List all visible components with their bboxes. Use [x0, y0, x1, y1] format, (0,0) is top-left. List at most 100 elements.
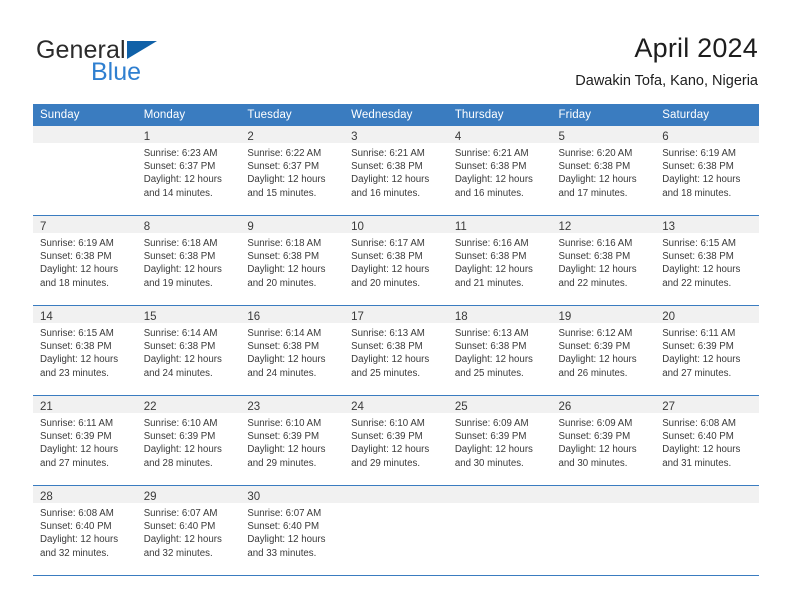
sunrise-text: Sunrise: 6:10 AM: [143, 418, 218, 429]
daylight-text-line2: and 32 minutes.: [143, 547, 213, 559]
sunrise-text: Sunrise: 6:16 AM: [558, 238, 633, 249]
day-cell[interactable]: 8 Sunrise: 6:18 AM Sunset: 6:38 PM Daylight…: [136, 215, 241, 306]
sunset-text: Sunset: 6:38 PM: [351, 251, 423, 263]
day-cell[interactable]: 4 Sunrise: 6:21 AM Sunset: 6:38 PM Daylight…: [447, 126, 552, 216]
weekday-header-wednesday: Wednesday: [344, 104, 448, 126]
day-cell[interactable]: 21 Sunrise: 6:11 AM Sunset: 6:39 PM Dayligh…: [33, 395, 137, 486]
day-cell[interactable]: [344, 485, 448, 576]
daylight-text-line1: Daylight: 12 hours: [143, 444, 222, 456]
sunset-text: Sunset: 6:38 PM: [558, 251, 631, 263]
day-number: 3: [351, 131, 358, 143]
daylight-text-line1: Daylight: 12 hours: [40, 264, 119, 276]
day-number: 10: [351, 221, 364, 233]
page-header: General Blue April 2024 Dawakin Tofa, Ka…: [0, 0, 792, 96]
daylight-text-line2: and 30 minutes.: [454, 457, 524, 469]
day-cell[interactable]: 27 Sunrise: 6:08 AM Sunset: 6:40 PM Dayligh…: [655, 395, 759, 486]
week-row: 14 Sunrise: 6:15 AM Sunset: 6:38 PM Dayligh…: [33, 305, 759, 396]
daylight-text-line1: Daylight: 12 hours: [247, 264, 326, 276]
weekday-header-sunday: Sunday: [33, 104, 137, 126]
day-cell[interactable]: 6 Sunrise: 6:19 AM Sunset: 6:38 PM Daylight…: [655, 126, 759, 216]
daylight-text-line2: and 32 minutes.: [40, 547, 109, 559]
daylight-text-line1: Daylight: 12 hours: [143, 174, 222, 186]
daylight-text-line2: and 24 minutes.: [247, 367, 317, 379]
sunrise-text: Sunrise: 6:18 AM: [143, 238, 218, 249]
day-cell[interactable]: [655, 485, 759, 576]
day-cell[interactable]: 2 Sunrise: 6:22 AM Sunset: 6:37 PM Daylight…: [240, 126, 345, 216]
sunset-text: Sunset: 6:38 PM: [351, 341, 423, 353]
day-cell[interactable]: 16 Sunrise: 6:14 AM Sunset: 6:38 PM Dayligh…: [240, 305, 345, 396]
sunset-text: Sunset: 6:39 PM: [662, 341, 734, 353]
day-cell[interactable]: 14 Sunrise: 6:15 AM Sunset: 6:38 PM Dayligh…: [33, 305, 137, 396]
sunset-text: Sunset: 6:38 PM: [247, 251, 320, 263]
sunrise-text: Sunrise: 6:19 AM: [40, 238, 114, 249]
sunset-text: Sunset: 6:38 PM: [247, 341, 320, 353]
day-cell[interactable]: 29 Sunrise: 6:07 AM Sunset: 6:40 PM Dayligh…: [136, 485, 241, 576]
daylight-text-line2: and 31 minutes.: [662, 457, 732, 469]
sunset-text: Sunset: 6:37 PM: [143, 161, 216, 173]
logo-flag-icon: [127, 41, 157, 59]
sunset-text: Sunset: 6:39 PM: [558, 341, 631, 353]
daylight-text-line1: Daylight: 12 hours: [351, 264, 430, 276]
day-number: 13: [662, 221, 676, 233]
day-cell[interactable]: 13 Sunrise: 6:15 AM Sunset: 6:38 PM Dayligh…: [655, 215, 759, 306]
daylight-text-line2: and 14 minutes.: [143, 187, 213, 199]
daylight-text-line1: Daylight: 12 hours: [143, 264, 222, 276]
day-cell[interactable]: 9 Sunrise: 6:18 AM Sunset: 6:38 PM Daylight…: [240, 215, 345, 306]
week-row: 7 Sunrise: 6:19 AM Sunset: 6:38 PM Daylight…: [33, 215, 759, 306]
sunset-text: Sunset: 6:39 PM: [247, 431, 320, 443]
daylight-text-line1: Daylight: 12 hours: [351, 444, 430, 456]
day-cell[interactable]: 26 Sunrise: 6:09 AM Sunset: 6:39 PM Dayligh…: [551, 395, 656, 486]
day-cell[interactable]: 20 Sunrise: 6:11 AM Sunset: 6:39 PM Dayligh…: [655, 305, 759, 396]
day-cell[interactable]: [447, 485, 552, 576]
day-cell[interactable]: 5 Sunrise: 6:20 AM Sunset: 6:38 PM Daylight…: [551, 126, 656, 216]
day-number: 28: [40, 491, 53, 503]
daylight-text-line1: Daylight: 12 hours: [247, 174, 326, 186]
day-number: 5: [558, 131, 565, 143]
daylight-text-line2: and 25 minutes.: [351, 367, 421, 379]
sunrise-text: Sunrise: 6:15 AM: [662, 238, 736, 249]
day-cell[interactable]: [33, 126, 137, 216]
sunset-text: Sunset: 6:38 PM: [40, 341, 112, 353]
sunrise-text: Sunrise: 6:18 AM: [247, 238, 322, 249]
daylight-text-line2: and 29 minutes.: [247, 457, 317, 469]
sunset-text: Sunset: 6:37 PM: [247, 161, 320, 173]
daylight-text-line1: Daylight: 12 hours: [662, 264, 741, 276]
day-cell[interactable]: 23 Sunrise: 6:10 AM Sunset: 6:39 PM Dayligh…: [240, 395, 345, 486]
day-cell[interactable]: 11 Sunrise: 6:16 AM Sunset: 6:38 PM Dayligh…: [447, 215, 552, 306]
day-cell[interactable]: [551, 485, 656, 576]
weekday-header-row: Sunday Monday Tuesday Wednesday Thursday…: [33, 104, 759, 126]
day-cell[interactable]: 25 Sunrise: 6:09 AM Sunset: 6:39 PM Dayligh…: [447, 395, 552, 486]
day-cell[interactable]: 17 Sunrise: 6:13 AM Sunset: 6:38 PM Dayligh…: [344, 305, 448, 396]
day-cell[interactable]: 22 Sunrise: 6:10 AM Sunset: 6:39 PM Dayligh…: [136, 395, 241, 486]
daylight-text-line2: and 24 minutes.: [143, 367, 213, 379]
day-cell[interactable]: 10 Sunrise: 6:17 AM Sunset: 6:38 PM Dayligh…: [344, 215, 448, 306]
day-cell[interactable]: 7 Sunrise: 6:19 AM Sunset: 6:38 PM Daylight…: [33, 215, 137, 306]
weekday-header-monday: Monday: [136, 104, 241, 126]
day-cell[interactable]: 19 Sunrise: 6:12 AM Sunset: 6:39 PM Dayligh…: [551, 305, 656, 396]
sunrise-text: Sunrise: 6:07 AM: [143, 508, 218, 519]
daylight-text-line1: Daylight: 12 hours: [662, 354, 741, 366]
day-number: 21: [40, 401, 53, 413]
day-number: 27: [662, 401, 676, 413]
day-cell[interactable]: 12 Sunrise: 6:16 AM Sunset: 6:38 PM Dayligh…: [551, 215, 656, 306]
sunset-text: Sunset: 6:40 PM: [662, 431, 734, 443]
day-cell[interactable]: 15 Sunrise: 6:14 AM Sunset: 6:38 PM Dayligh…: [136, 305, 241, 396]
title-block: April 2024 Dawakin Tofa, Kano, Nigeria: [575, 32, 758, 91]
daylight-text-line1: Daylight: 12 hours: [247, 534, 326, 546]
day-cell[interactable]: 1 Sunrise: 6:23 AM Sunset: 6:37 PM Daylight…: [136, 126, 241, 216]
day-cell[interactable]: 18 Sunrise: 6:13 AM Sunset: 6:38 PM Dayligh…: [447, 305, 552, 396]
day-cell[interactable]: 30 Sunrise: 6:07 AM Sunset: 6:40 PM Dayligh…: [240, 485, 345, 576]
daylight-text-line2: and 29 minutes.: [351, 457, 421, 469]
daylight-text-line2: and 18 minutes.: [40, 277, 109, 289]
daylight-text-line1: Daylight: 12 hours: [558, 444, 637, 456]
daylight-text-line2: and 28 minutes.: [143, 457, 213, 469]
daylight-text-line1: Daylight: 12 hours: [454, 174, 533, 186]
sunrise-text: Sunrise: 6:23 AM: [143, 148, 218, 159]
daylight-text-line1: Daylight: 12 hours: [662, 174, 741, 186]
day-cell[interactable]: 3 Sunrise: 6:21 AM Sunset: 6:38 PM Daylight…: [344, 126, 448, 216]
calendar-page: General Blue April 2024 Dawakin Tofa, Ka…: [0, 0, 792, 612]
day-number: 23: [247, 401, 261, 413]
day-cell[interactable]: 28 Sunrise: 6:08 AM Sunset: 6:40 PM Dayligh…: [33, 485, 137, 576]
day-cell[interactable]: 24 Sunrise: 6:10 AM Sunset: 6:39 PM Dayligh…: [344, 395, 448, 486]
daylight-text-line1: Daylight: 12 hours: [247, 354, 326, 366]
